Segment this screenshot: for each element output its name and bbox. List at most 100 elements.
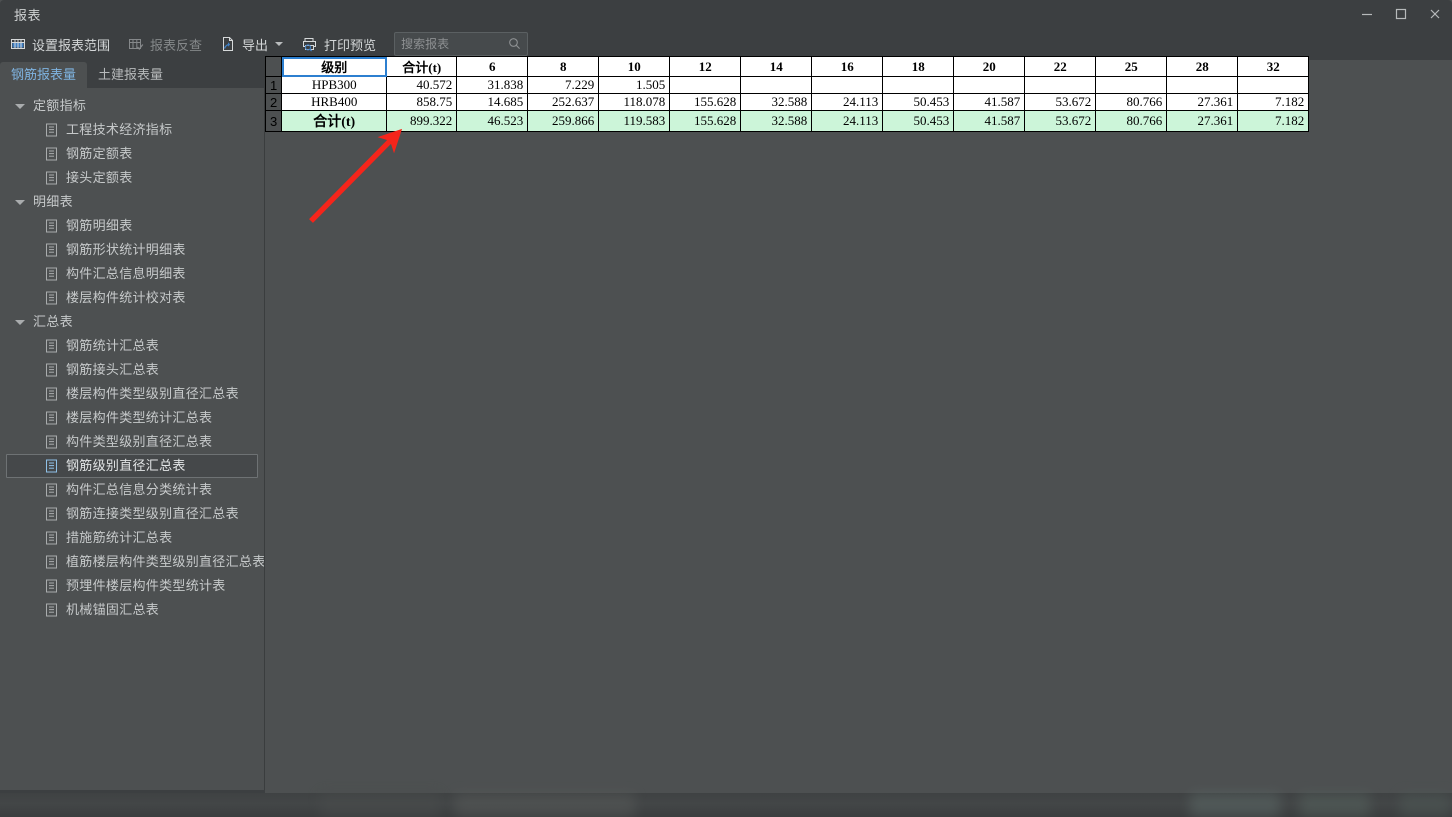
chevron-down-icon[interactable] xyxy=(275,42,284,46)
minimize-button[interactable] xyxy=(1350,0,1384,28)
tree-item-12[interactable]: 楼层构件类型级别直径汇总表 xyxy=(6,382,258,406)
cell-value[interactable] xyxy=(1095,76,1168,94)
cell-value[interactable] xyxy=(1166,76,1239,94)
tab-civil-report[interactable]: 土建报表量 xyxy=(87,62,174,88)
cell-value[interactable] xyxy=(740,76,813,94)
set-report-range-button[interactable]: 设置报表范围 xyxy=(4,32,118,56)
tree-item-11[interactable]: 钢筋接头汇总表 xyxy=(6,358,258,382)
cell-value[interactable]: 46.523 xyxy=(456,110,529,132)
cell-value[interactable] xyxy=(1024,76,1097,94)
table-row[interactable]: 3 合计(t) 899.322 46.523 259.866 119.583 155.628… xyxy=(264,110,1310,132)
column-header-8[interactable]: 18 xyxy=(882,56,955,77)
cell-value[interactable]: 118.078 xyxy=(598,93,671,111)
column-header-7[interactable]: 16 xyxy=(811,56,884,77)
table-row[interactable]: 1 HPB300 40.572 31.838 7.229 1.505 xyxy=(264,76,1310,94)
cell-value[interactable] xyxy=(669,76,742,94)
column-header-12[interactable]: 28 xyxy=(1166,56,1239,77)
cell-value[interactable]: 1.505 xyxy=(598,76,671,94)
row-number[interactable]: 2 xyxy=(264,93,283,111)
cell-value[interactable]: 7.182 xyxy=(1237,110,1310,132)
cell-value[interactable]: 252.637 xyxy=(527,93,600,111)
column-header-0[interactable]: 级别 xyxy=(281,56,388,77)
tree-item-14[interactable]: 构件类型级别直径汇总表 xyxy=(6,430,258,454)
column-header-6[interactable]: 14 xyxy=(740,56,813,77)
cell-value[interactable]: 119.583 xyxy=(598,110,671,132)
tree-item-21[interactable]: 机械锚固汇总表 xyxy=(6,598,258,622)
tree-item-17[interactable]: 钢筋连接类型级别直径汇总表 xyxy=(6,502,258,526)
report-recheck-button[interactable]: 报表反查 xyxy=(122,32,210,56)
row-number[interactable]: 1 xyxy=(264,76,283,94)
cell-value[interactable]: 24.113 xyxy=(811,93,884,111)
cell-value[interactable]: 7.182 xyxy=(1237,93,1310,111)
cell-value[interactable] xyxy=(1237,76,1310,94)
column-header-13[interactable]: 32 xyxy=(1237,56,1310,77)
cell-value[interactable]: 14.685 xyxy=(456,93,529,111)
cell-value[interactable] xyxy=(882,76,955,94)
cell-level[interactable]: HPB300 xyxy=(281,76,388,94)
search-icon[interactable] xyxy=(508,37,521,55)
column-header-9[interactable]: 20 xyxy=(953,56,1026,77)
cell-value[interactable]: 858.75 xyxy=(386,93,458,111)
tree-item-8[interactable]: 楼层构件统计校对表 xyxy=(6,286,258,310)
tree-group-0[interactable]: 定额指标 xyxy=(6,94,258,118)
column-header-2[interactable]: 6 xyxy=(456,56,529,77)
cell-value[interactable]: 31.838 xyxy=(456,76,529,94)
close-button[interactable] xyxy=(1418,0,1452,28)
cell-value[interactable]: 50.453 xyxy=(882,93,955,111)
cell-value[interactable]: 50.453 xyxy=(882,110,955,132)
cell-value[interactable]: 32.588 xyxy=(740,110,813,132)
chevron-down-icon[interactable] xyxy=(15,199,25,205)
tree-item-10[interactable]: 钢筋统计汇总表 xyxy=(6,334,258,358)
cell-value[interactable]: 7.229 xyxy=(527,76,600,94)
tree-item-13[interactable]: 楼层构件类型统计汇总表 xyxy=(6,406,258,430)
cell-value[interactable]: 155.628 xyxy=(669,110,742,132)
tree-item-3[interactable]: 接头定额表 xyxy=(6,166,258,190)
column-header-11[interactable]: 25 xyxy=(1095,56,1168,77)
tree-item-7[interactable]: 构件汇总信息明细表 xyxy=(6,262,258,286)
column-header-5[interactable]: 12 xyxy=(669,56,742,77)
chevron-down-icon[interactable] xyxy=(15,103,25,109)
search-report-box[interactable] xyxy=(394,32,563,56)
tree-group-4[interactable]: 明细表 xyxy=(6,190,258,214)
cell-value[interactable]: 53.672 xyxy=(1024,93,1097,111)
tab-rebar-report[interactable]: 钢筋报表量 xyxy=(0,62,88,88)
cell-level[interactable]: 合计(t) xyxy=(281,110,388,132)
table-row[interactable]: 2 HRB400 858.75 14.685 252.637 118.078 155.628… xyxy=(264,93,1310,111)
cell-value[interactable]: 27.361 xyxy=(1166,93,1239,111)
export-button[interactable]: 导出 xyxy=(214,32,291,56)
print-preview-button[interactable]: 打印预览 xyxy=(295,32,384,56)
column-header-4[interactable]: 10 xyxy=(598,56,671,77)
chevron-down-icon[interactable] xyxy=(15,319,25,325)
panel-divider[interactable] xyxy=(264,60,265,793)
cell-value[interactable]: 80.766 xyxy=(1095,110,1168,132)
tree-item-16[interactable]: 构件汇总信息分类统计表 xyxy=(6,478,258,502)
tree-item-20[interactable]: 预埋件楼层构件类型统计表 xyxy=(6,574,258,598)
column-header-10[interactable]: 22 xyxy=(1024,56,1097,77)
search-input[interactable] xyxy=(395,37,563,51)
maximize-button[interactable] xyxy=(1384,0,1418,28)
tree-item-19[interactable]: 植筋楼层构件类型级别直径汇总表 xyxy=(6,550,264,574)
tree-item-15[interactable]: 钢筋级别直径汇总表 xyxy=(6,454,258,478)
cell-value[interactable]: 41.587 xyxy=(953,110,1026,132)
tree-group-9[interactable]: 汇总表 xyxy=(6,310,258,334)
column-header-1[interactable]: 合计(t) xyxy=(386,56,458,77)
cell-value[interactable]: 899.322 xyxy=(386,110,458,132)
cell-value[interactable]: 53.672 xyxy=(1024,110,1097,132)
tree-item-5[interactable]: 钢筋明细表 xyxy=(6,214,258,238)
cell-level[interactable]: HRB400 xyxy=(281,93,388,111)
cell-value[interactable]: 24.113 xyxy=(811,110,884,132)
tree-item-18[interactable]: 措施筋统计汇总表 xyxy=(6,526,258,550)
report-table[interactable]: 级别 合计(t) 6 8 10 12 14 16 18 20 22 25 28 32 1 HPB300 40.… xyxy=(264,56,1310,132)
cell-value[interactable] xyxy=(811,76,884,94)
cell-value[interactable]: 27.361 xyxy=(1166,110,1239,132)
tree-item-2[interactable]: 钢筋定额表 xyxy=(6,142,258,166)
cell-value[interactable]: 155.628 xyxy=(669,93,742,111)
report-tree-scroll[interactable]: 定额指标 工程技术经济指标 钢筋定额表 接头定额表 明细表 钢筋明细表 钢筋形状统计明细表构… xyxy=(0,88,264,793)
row-number[interactable]: 3 xyxy=(264,110,283,132)
tree-item-6[interactable]: 钢筋形状统计明细表 xyxy=(6,238,258,262)
cell-value[interactable]: 80.766 xyxy=(1095,93,1168,111)
cell-value[interactable]: 40.572 xyxy=(386,76,458,94)
column-header-3[interactable]: 8 xyxy=(527,56,600,77)
cell-value[interactable]: 32.588 xyxy=(740,93,813,111)
cell-value[interactable]: 259.866 xyxy=(527,110,600,132)
